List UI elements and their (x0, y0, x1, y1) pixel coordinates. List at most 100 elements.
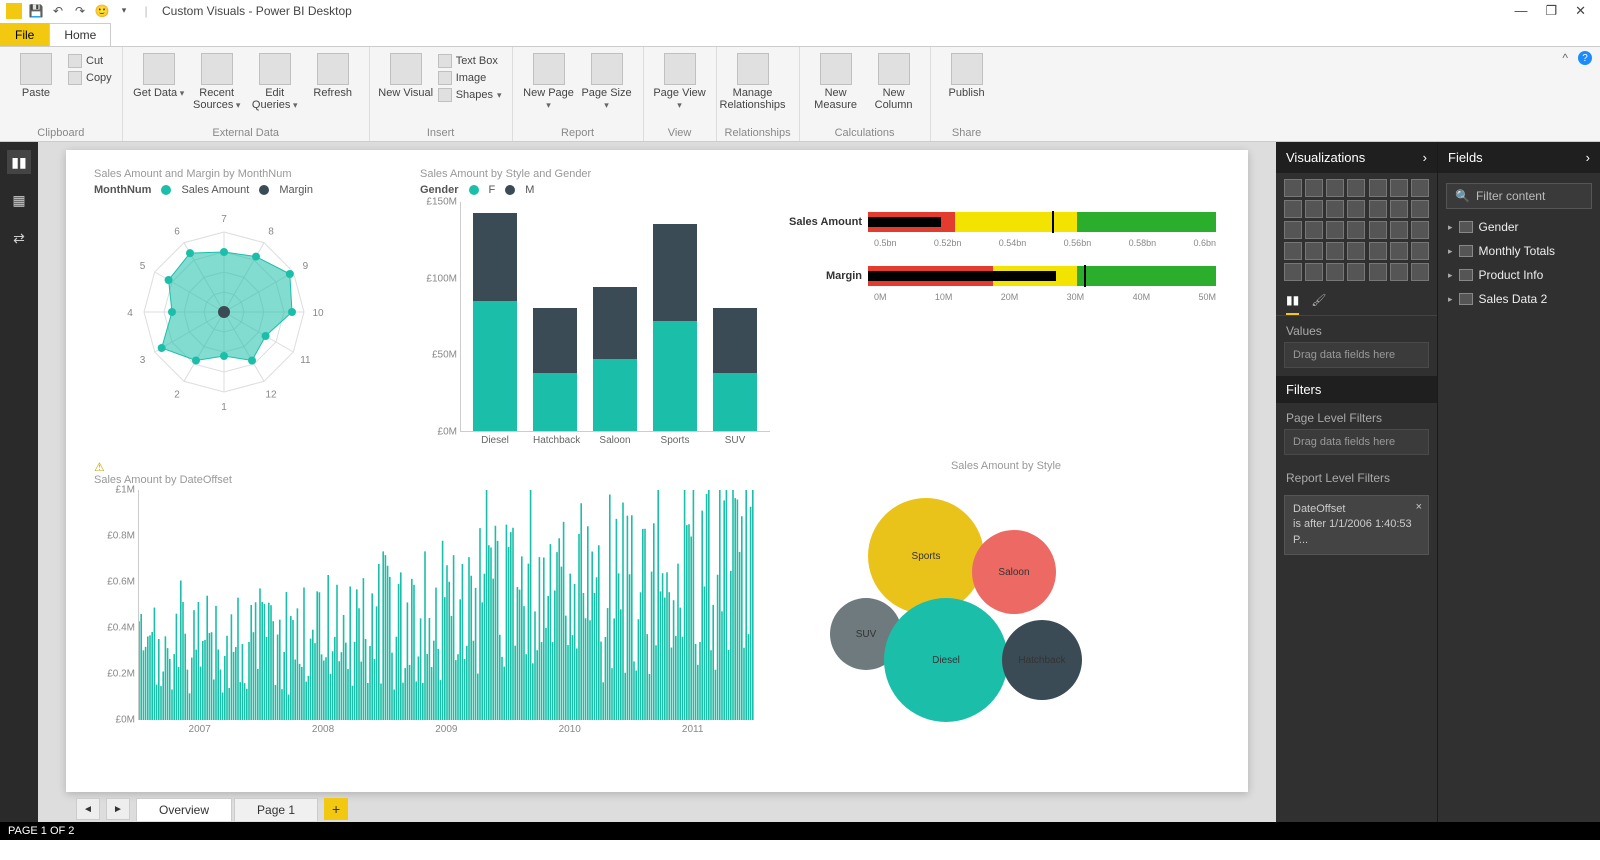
textbox-button[interactable]: Text Box (436, 53, 504, 69)
viz-type-icon[interactable] (1284, 242, 1302, 260)
refresh-button[interactable]: Refresh (305, 49, 361, 99)
values-dropwell[interactable]: Drag data fields here (1284, 342, 1429, 368)
visual-radar[interactable]: Sales Amount and Margin by MonthNum Mont… (94, 168, 394, 425)
filter-card-dateoffset[interactable]: × DateOffset is after 1/1/2006 1:40:53 P… (1284, 495, 1429, 555)
viz-type-icon[interactable] (1305, 263, 1323, 281)
visual-bullet[interactable]: Sales Amount0.5bn0.52bn0.54bn0.56bn0.58b… (786, 212, 1216, 320)
edit-queries-button[interactable]: Edit Queries (247, 49, 303, 111)
viz-type-icon[interactable] (1326, 179, 1344, 197)
maximize-button[interactable]: ❐ (1545, 3, 1557, 19)
visual-bubble[interactable]: Sales Amount by Style SportsSaloonSUVDie… (806, 460, 1206, 739)
close-button[interactable]: ✕ (1575, 3, 1586, 19)
cut-button[interactable]: Cut (66, 53, 114, 69)
field-table[interactable]: Gender (1438, 215, 1600, 239)
visualizations-header[interactable]: Visualizations› (1276, 142, 1437, 173)
viz-type-icon[interactable] (1369, 263, 1387, 281)
viz-type-icon[interactable] (1305, 179, 1323, 197)
viz-type-icon[interactable] (1411, 242, 1429, 260)
tab-file[interactable]: File (0, 23, 49, 46)
viz-type-icon[interactable] (1326, 221, 1344, 239)
filter-field: DateOffset (1293, 502, 1420, 517)
fields-header[interactable]: Fields› (1438, 142, 1600, 173)
publish-button[interactable]: Publish (939, 49, 995, 99)
viz-type-icon[interactable] (1347, 221, 1365, 239)
undo-icon[interactable]: ↶ (50, 3, 66, 19)
help-icon[interactable]: ? (1578, 51, 1592, 65)
fields-search[interactable]: 🔍 Filter content (1446, 183, 1592, 209)
page-next-button[interactable]: ► (106, 798, 130, 820)
viz-type-icon[interactable] (1326, 200, 1344, 218)
qat-dropdown-icon[interactable]: ▾ (116, 3, 132, 19)
smiley-icon[interactable]: 🙂 (94, 3, 110, 19)
tab-home[interactable]: Home (49, 23, 111, 47)
viz-type-icon[interactable] (1284, 179, 1302, 197)
save-icon[interactable]: 💾 (28, 3, 44, 19)
new-column-button[interactable]: New Column (866, 49, 922, 111)
viz-type-icon[interactable] (1390, 221, 1408, 239)
model-view-icon[interactable]: ⇄ (7, 226, 31, 250)
viz-type-icon[interactable] (1284, 221, 1302, 239)
viz-type-icon[interactable] (1305, 200, 1323, 218)
page-tab-overview[interactable]: Overview (136, 798, 232, 821)
viz-type-icon[interactable] (1390, 179, 1408, 197)
redo-icon[interactable]: ↷ (72, 3, 88, 19)
image-button[interactable]: Image (436, 70, 504, 86)
viz-type-icon[interactable] (1390, 242, 1408, 260)
page-prev-button[interactable]: ◄ (76, 798, 100, 820)
viz-type-icon[interactable] (1390, 263, 1408, 281)
page-filters-dropwell[interactable]: Drag data fields here (1284, 429, 1429, 455)
field-table[interactable]: Sales Data 2 (1438, 287, 1600, 311)
viz-type-icon[interactable] (1326, 263, 1344, 281)
viz-type-icon[interactable] (1411, 200, 1429, 218)
viz-type-icon[interactable] (1347, 200, 1365, 218)
data-view-icon[interactable]: ▦ (7, 188, 31, 212)
viz-type-icon[interactable] (1347, 179, 1365, 197)
viz-type-icon[interactable] (1369, 200, 1387, 218)
remove-filter-icon[interactable]: × (1416, 500, 1422, 515)
manage-relationships-button[interactable]: Manage Relationships (725, 49, 781, 111)
page-filters-label: Page Level Filters (1276, 403, 1437, 429)
viz-type-icon[interactable] (1369, 221, 1387, 239)
viz-type-icon[interactable] (1347, 263, 1365, 281)
main: ▮▮ ▦ ⇄ Sales Amount and Margin by MonthN… (0, 142, 1600, 822)
viz-type-icon[interactable] (1347, 242, 1365, 260)
window-title: Custom Visuals - Power BI Desktop (162, 4, 352, 18)
page-tab-page1[interactable]: Page 1 (234, 798, 318, 821)
page-size-button[interactable]: Page Size (579, 49, 635, 111)
page-view-button[interactable]: Page View (652, 49, 708, 111)
report-view-icon[interactable]: ▮▮ (7, 150, 31, 174)
minimize-button[interactable]: — (1514, 3, 1527, 19)
get-data-button[interactable]: Get Data (131, 49, 187, 99)
viz-type-icon[interactable] (1369, 179, 1387, 197)
viz-type-icon[interactable] (1390, 200, 1408, 218)
viz-type-icon[interactable] (1284, 263, 1302, 281)
viz-type-icon[interactable] (1326, 242, 1344, 260)
viz-type-icon[interactable] (1305, 242, 1323, 260)
format-tab-icon[interactable]: 🖌 (1311, 293, 1326, 315)
radar-svg: 789101112123456 (94, 202, 354, 422)
new-visual-button[interactable]: New Visual (378, 49, 434, 99)
group-relationships: Manage Relationships Relationships (717, 47, 800, 141)
new-measure-button[interactable]: New Measure (808, 49, 864, 111)
group-caption: Report (521, 127, 635, 141)
viz-type-icon[interactable] (1369, 242, 1387, 260)
field-table[interactable]: Product Info (1438, 263, 1600, 287)
fields-tab-icon[interactable]: ▮▮ (1286, 293, 1299, 315)
collapse-ribbon-icon[interactable]: ^ (1562, 51, 1568, 65)
visual-line[interactable]: ⚠ Sales Amount by DateOffset £0M£0.2M£0.… (94, 460, 754, 735)
viz-type-icon[interactable] (1411, 179, 1429, 197)
new-page-button[interactable]: New Page (521, 49, 577, 111)
field-table[interactable]: Monthly Totals (1438, 239, 1600, 263)
paste-button[interactable]: Paste (8, 49, 64, 99)
viz-type-icon[interactable] (1305, 221, 1323, 239)
shapes-button[interactable]: Shapes ▾ (436, 87, 504, 103)
viz-type-icon[interactable] (1411, 221, 1429, 239)
report-canvas[interactable]: Sales Amount and Margin by MonthNum Mont… (66, 150, 1248, 792)
viz-type-icon[interactable] (1284, 200, 1302, 218)
add-page-button[interactable]: + (324, 798, 348, 820)
visual-stacked-bar[interactable]: Sales Amount by Style and Gender Gender … (420, 168, 770, 432)
copy-button[interactable]: Copy (66, 70, 114, 86)
recent-sources-button[interactable]: Recent Sources (189, 49, 245, 111)
viz-type-icon[interactable] (1411, 263, 1429, 281)
table-icon (1459, 221, 1473, 233)
